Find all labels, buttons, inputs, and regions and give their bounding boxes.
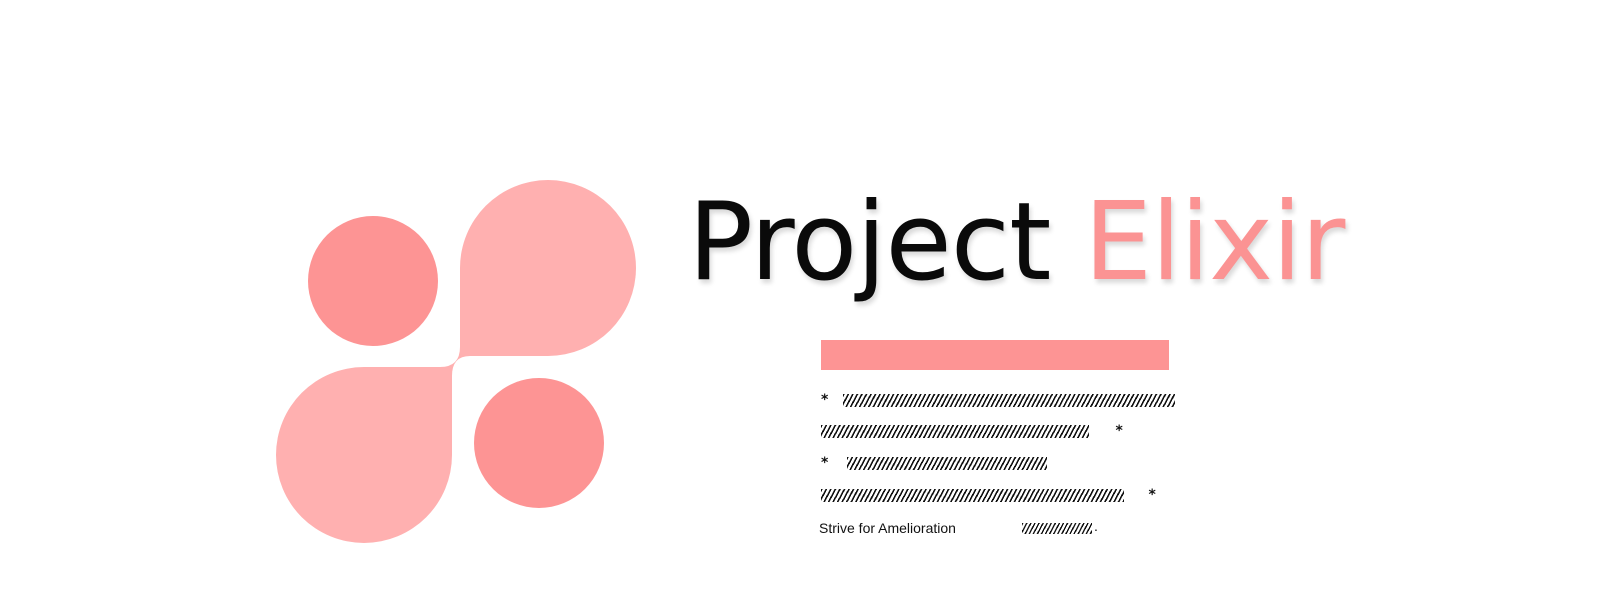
logo-dot-top-left xyxy=(308,216,438,346)
logo-dot-bottom-right xyxy=(474,378,604,508)
redacted-text: ////////////////////////////////////////… xyxy=(821,425,1089,438)
tagline: Strive for Amelioration xyxy=(819,520,956,536)
title-elixir: Elixir xyxy=(1083,180,1346,305)
text-line-4: ////////////////////////////////////////… xyxy=(821,484,1156,506)
accent-bar xyxy=(821,340,1169,370)
title-project: Project xyxy=(688,180,1052,305)
text-line-2: ////////////////////////////////////////… xyxy=(821,420,1123,442)
bullet-star: * xyxy=(821,392,829,408)
redacted-text: //////////////////////////////////////// xyxy=(846,457,1047,470)
page-title: Project Elixir xyxy=(688,178,1346,308)
bullet-star: * xyxy=(821,455,829,471)
bullet-star: * xyxy=(1148,487,1156,503)
redacted-text: ////////////////////////////////////////… xyxy=(842,394,1175,407)
text-line-1: * //////////////////////////////////////… xyxy=(821,389,1175,411)
text-line-3: * //////////////////////////////////////… xyxy=(821,452,1047,474)
tagline-redacted: //////////////////// xyxy=(1022,523,1092,534)
redacted-text: ////////////////////////////////////////… xyxy=(821,489,1124,502)
bullet-star: * xyxy=(1115,423,1123,439)
tagline-period: . xyxy=(1094,518,1098,534)
